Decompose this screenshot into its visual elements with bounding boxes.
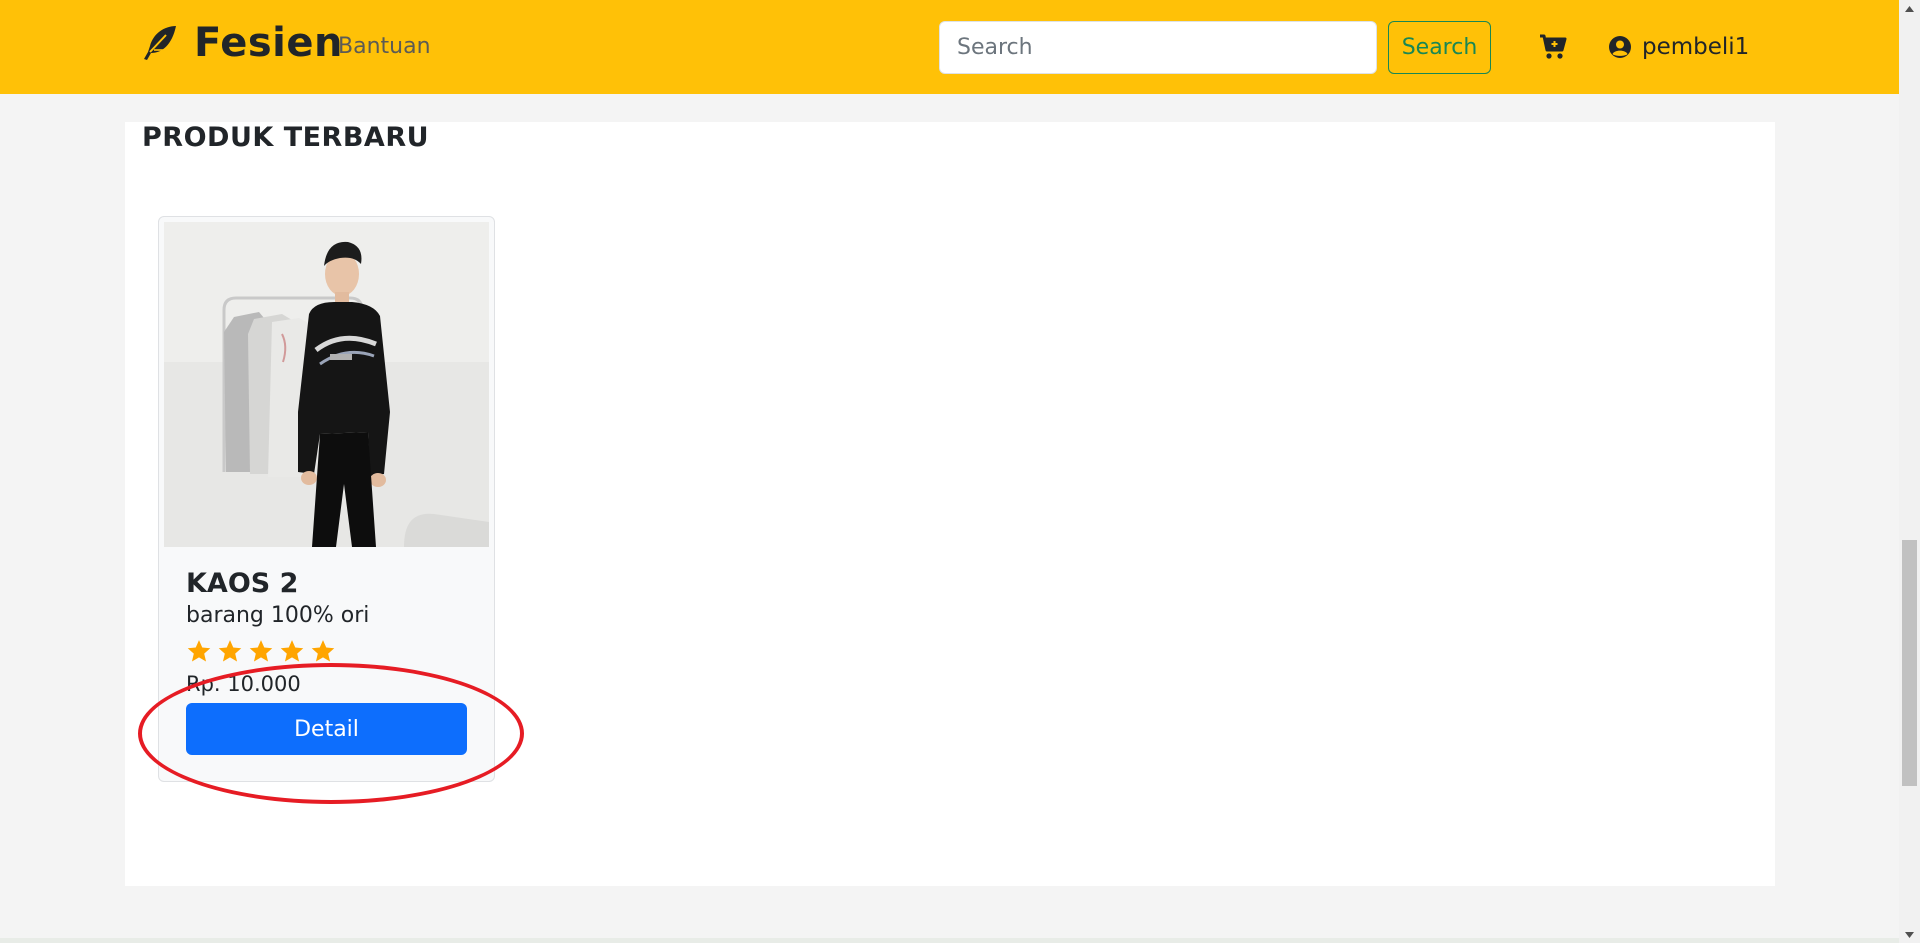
product-card: KAOS 2 barang 100% ori Rp. 10.000 Detail — [158, 216, 495, 782]
product-description: barang 100% ori — [186, 603, 370, 628]
page: Fesien Bantuan Search pembeli1 — [0, 0, 1920, 943]
section-title: PRODUK TERBARU — [142, 122, 430, 153]
product-name: KAOS 2 — [186, 568, 299, 599]
search-input[interactable] — [939, 21, 1377, 74]
navbar: Fesien Bantuan Search pembeli1 — [0, 0, 1899, 94]
search-button[interactable]: Search — [1388, 21, 1491, 74]
detail-button[interactable]: Detail — [186, 703, 467, 755]
product-card-body: KAOS 2 barang 100% ori Rp. 10.000 Detail — [186, 567, 471, 755]
username: pembeli1 — [1642, 34, 1750, 60]
star-icon — [280, 640, 304, 662]
star-icon — [249, 640, 273, 662]
user-circle-icon — [1608, 35, 1632, 59]
cart-plus-icon[interactable] — [1538, 32, 1568, 62]
star-icon — [218, 640, 242, 662]
product-rating — [186, 638, 471, 666]
products-section: PRODUK TERBARU KAOS 2 barang 100% ori Rp… — [125, 122, 1775, 886]
scroll-down-arrow-icon[interactable] — [1899, 926, 1920, 943]
star-icon — [311, 640, 335, 662]
brand-link[interactable]: Fesien — [140, 18, 343, 68]
bottom-strip — [0, 938, 1899, 943]
product-image — [164, 222, 489, 547]
nav-link-bantuan[interactable]: Bantuan — [338, 34, 431, 59]
scroll-up-arrow-icon[interactable] — [1899, 0, 1920, 17]
brand-name: Fesien — [194, 20, 343, 66]
star-icon — [187, 640, 211, 662]
product-price: Rp. 10.000 — [186, 672, 301, 696]
feather-icon — [140, 23, 180, 63]
scrollbar-thumb[interactable] — [1902, 540, 1917, 786]
vertical-scrollbar[interactable] — [1899, 0, 1920, 943]
user-menu[interactable]: pembeli1 — [1608, 30, 1749, 64]
